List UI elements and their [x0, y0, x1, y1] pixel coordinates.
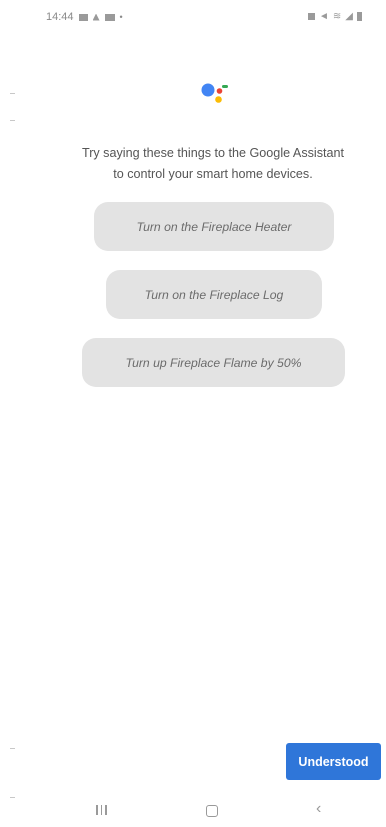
assistant-blue-dot	[201, 83, 215, 97]
assistant-red-dot	[216, 88, 223, 94]
edge-mark	[10, 748, 15, 749]
media-notification-icon	[104, 13, 115, 21]
google-assistant-icon	[201, 83, 228, 103]
navigation-bar: ‹	[0, 796, 386, 827]
screen: 14:44 • ◄ ≋ ◢ Try saying these things to…	[0, 0, 386, 827]
status-right: ◄ ≋ ◢	[308, 11, 362, 22]
back-icon[interactable]: ‹	[316, 800, 321, 818]
signal-icon: ◢	[345, 11, 353, 22]
more-notifications-icon: •	[119, 12, 123, 22]
suggestion-chip-fireplace-heater[interactable]: Turn on the Fireplace Heater	[94, 202, 334, 251]
status-bar: 14:44 • ◄ ≋ ◢	[0, 0, 386, 36]
recents-icon[interactable]	[96, 805, 107, 815]
intro-line-1: Try saying these things to the Google As…	[81, 146, 345, 160]
gallery-notification-icon	[78, 13, 88, 21]
assistant-yellow-dot	[215, 96, 222, 103]
home-icon[interactable]	[206, 805, 218, 817]
edge-mark	[10, 120, 15, 121]
intro-line-2: to control your smart home devices.	[113, 167, 313, 181]
nfc-icon	[308, 13, 315, 20]
wifi-icon: ≋	[332, 11, 342, 22]
suggestion-chip-fireplace-log[interactable]: Turn on the Fireplace Log	[106, 270, 322, 319]
mute-icon: ◄	[319, 11, 329, 22]
battery-icon	[357, 12, 362, 21]
edge-mark	[10, 93, 15, 94]
assistant-green-dash	[222, 85, 228, 88]
intro-text: Try saying these things to the Google As…	[20, 143, 386, 185]
alert-notification-icon	[92, 13, 100, 21]
understood-button[interactable]: Understood	[286, 743, 381, 780]
suggestion-chip-fireplace-flame[interactable]: Turn up Fireplace Flame by 50%	[82, 338, 345, 387]
status-left: 14:44 •	[46, 11, 123, 23]
status-time: 14:44	[46, 11, 74, 23]
